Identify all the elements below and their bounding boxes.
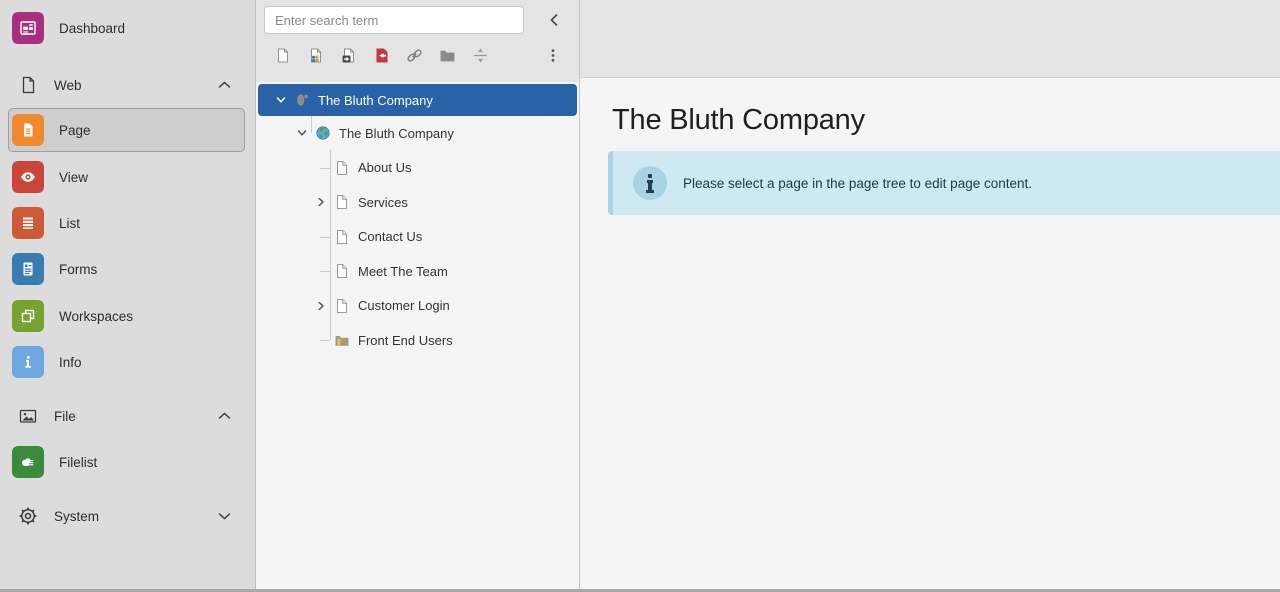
view-icon [12,161,44,193]
sidebar-item-page[interactable]: Page [0,108,255,152]
tree-node-page[interactable]: Customer Login [256,289,579,324]
dashboard-icon [12,12,44,44]
sidebar-item-label: Filelist [59,455,97,470]
page-doc-icon [334,263,350,279]
info-alert-text: Please select a page in the page tree to… [683,176,1032,191]
new-page-icon[interactable] [274,47,291,64]
sidebar-item-workspaces[interactable]: Workspaces [0,294,255,338]
sidebar-item-filelist[interactable]: Filelist [0,440,255,484]
tree-node-label: The Bluth Company [318,93,433,108]
page-doc-icon [334,229,350,245]
chevron-down-icon[interactable] [295,126,309,140]
chevron-up-icon[interactable] [218,412,231,420]
tree-node-page[interactable]: Meet The Team [256,254,579,289]
new-page-backend-user-section-icon[interactable] [307,47,324,64]
sidebar-item-label: Page [59,123,91,138]
page-tree-toolbar [256,0,579,82]
page-tree: The Bluth Company The Bluth Company Abou… [256,82,579,358]
tree-node-label: Services [358,195,408,210]
file-icon [17,405,39,427]
tree-options-menu-icon[interactable] [544,47,561,64]
web-icon [17,74,39,96]
sidebar-item-label: File [54,409,76,424]
system-icon [17,505,39,527]
page-tree-panel: The Bluth Company The Bluth Company Abou… [256,0,580,592]
tree-node-label: The Bluth Company [339,126,454,141]
page-doc-icon [334,298,350,314]
module-body: The Bluth Company Please select a page i… [580,78,1280,215]
sidebar-item-label: System [54,509,99,524]
tree-node-root[interactable]: The Bluth Company [258,84,577,116]
sidebar-item-info[interactable]: Info [0,340,255,384]
sidebar-item-view[interactable]: View [0,155,255,199]
sidebar-item-label: Info [59,355,82,370]
sidebar-item-system[interactable]: System [0,494,255,538]
collapse-tree-button[interactable] [545,10,563,30]
tree-node-page[interactable]: Services [256,185,579,220]
sidebar-item-label: View [59,170,88,185]
sidebar-item-web[interactable]: Web [0,63,255,107]
page-icon [12,114,44,146]
chevron-right-icon[interactable] [314,195,328,209]
forms-icon [12,253,44,285]
tree-node-label: Contact Us [358,229,422,244]
sidebar-item-label: Forms [59,262,97,277]
chevron-down-icon[interactable] [218,512,231,520]
docheader [580,0,1280,78]
sidebar-item-label: List [59,216,80,231]
chevron-left-icon [549,13,559,27]
new-spacer-icon[interactable] [472,47,489,64]
list-icon [12,207,44,239]
chevron-up-icon[interactable] [218,81,231,89]
search-input[interactable] [264,6,524,34]
chevron-right-icon[interactable] [314,299,328,313]
page-title: The Bluth Company [612,104,1280,137]
sidebar-item-label: Dashboard [59,21,125,36]
new-page-mount-point-icon[interactable] [406,47,423,64]
sidebar-item-label: Workspaces [59,309,133,324]
info-alert: Please select a page in the page tree to… [608,151,1280,215]
typo3-logo-icon [294,92,310,108]
page-doc-icon [334,194,350,210]
folder-users-icon [334,332,350,348]
tree-node-label: Front End Users [358,333,453,348]
sidebar-item-forms[interactable]: Forms [0,247,255,291]
workspaces-icon [12,300,44,332]
globe-icon [315,125,331,141]
new-page-shortcut-icon[interactable] [340,47,357,64]
tree-node-site[interactable]: The Bluth Company [256,116,579,151]
filelist-icon [12,446,44,478]
new-page-external-link-icon[interactable] [373,47,390,64]
tree-node-page[interactable]: About Us [256,151,579,186]
sidebar-item-list[interactable]: List [0,201,255,245]
tree-node-folder[interactable]: Front End Users [256,323,579,358]
tree-node-label: About Us [358,160,411,175]
info-circle-icon [633,166,667,200]
sidebar-item-dashboard[interactable]: Dashboard [0,6,255,50]
module-sidebar: Dashboard Web Page View List Forms [0,0,256,592]
sidebar-item-file[interactable]: File [0,394,255,438]
info-icon [12,346,44,378]
new-folder-icon[interactable] [439,47,456,64]
sidebar-item-label: Web [54,78,82,93]
page-doc-icon [334,160,350,176]
tree-node-label: Customer Login [358,298,450,313]
chevron-down-icon[interactable] [274,93,288,107]
tree-node-page[interactable]: Contact Us [256,220,579,255]
tree-node-label: Meet The Team [358,264,448,279]
content-area: The Bluth Company Please select a page i… [580,0,1280,592]
